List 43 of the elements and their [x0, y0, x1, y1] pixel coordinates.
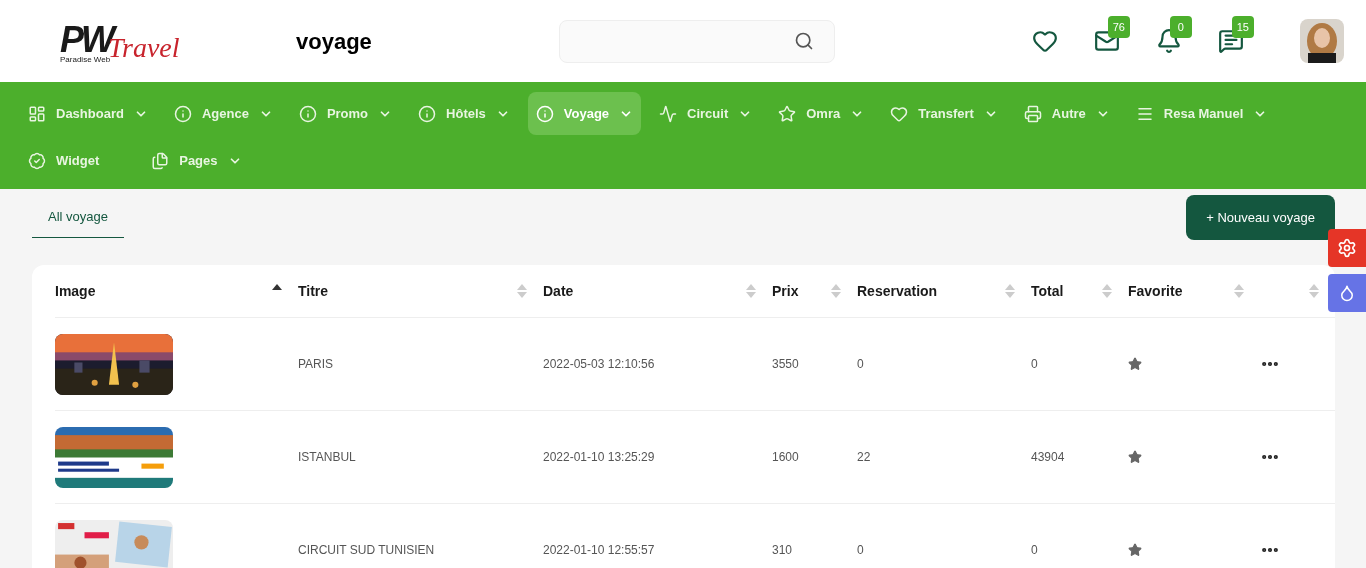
nav-item[interactable]: Agence	[165, 92, 281, 135]
table-cell-text: 310	[772, 542, 794, 559]
nav-item[interactable]: Widget	[20, 139, 108, 182]
notification-button[interactable]: 0	[1155, 16, 1192, 54]
table-cell-text: 0	[857, 542, 865, 559]
notification-button[interactable]: 76	[1093, 16, 1130, 54]
nav-item[interactable]: Autre	[1015, 92, 1118, 135]
column-header: Reservation	[857, 281, 938, 301]
nav-item[interactable]: Omra	[770, 92, 873, 135]
table-cell-text: 2022-01-10 12:55:57	[543, 542, 656, 559]
notification-button[interactable]: 15	[1217, 16, 1254, 54]
column-header: Titre	[298, 281, 329, 301]
count-badge: 76	[1107, 16, 1130, 38]
page-title: voyage	[296, 27, 372, 56]
column-header: Total	[1031, 281, 1064, 301]
nav-item[interactable]: Dashboard	[20, 92, 156, 135]
count-badge: 0	[1169, 16, 1192, 38]
table-cell-text: PARIS	[298, 356, 335, 373]
table-cell-text: ISTANBUL	[298, 449, 357, 466]
nav-item[interactable]: Circuit	[651, 92, 761, 135]
table-cell-text: CIRCUIT SUD TUNISIEN	[298, 542, 436, 559]
table-cell-text: 2022-01-10 13:25:29	[543, 449, 656, 466]
table-cell-text: 22	[857, 449, 872, 466]
new-voyage-button[interactable]: + Nouveau voyage	[1186, 195, 1335, 240]
table-cell-text: 3550	[772, 356, 800, 373]
nav-item[interactable]: Promo	[290, 92, 401, 135]
nav-item[interactable]: Hôtels	[410, 92, 518, 135]
column-header: Date	[543, 281, 574, 301]
nav-item[interactable]: Pages	[143, 139, 250, 182]
column-header: Prix	[772, 281, 799, 301]
column-header: Favorite	[1128, 281, 1183, 301]
table-cell-text: 1600	[772, 449, 800, 466]
column-header: Image	[55, 281, 96, 301]
table-cell-text: 2022-05-03 12:10:56	[543, 356, 656, 373]
nav-item[interactable]: Voyage	[527, 92, 642, 135]
count-badge: 15	[1231, 16, 1254, 38]
table-cell-text: 0	[1031, 542, 1039, 559]
tab[interactable]: All voyage	[32, 207, 124, 238]
table-cell-text: 43904	[1031, 449, 1066, 466]
nav-item[interactable]: Resa Manuel	[1127, 92, 1276, 135]
table-cell-text: 0	[1031, 356, 1039, 373]
table-cell-text: 0	[857, 356, 865, 373]
nav-item[interactable]: Transfert	[882, 92, 1006, 135]
